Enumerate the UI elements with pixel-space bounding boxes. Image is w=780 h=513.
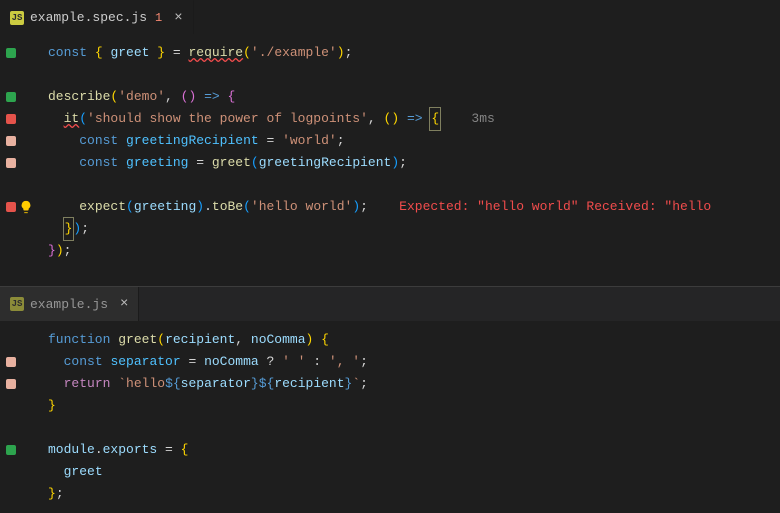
code-line[interactable]: const { greet } = require('./example'); (0, 42, 780, 64)
code-line-blank[interactable] (0, 64, 780, 86)
code-line[interactable]: function greet(recipient, noComma) { (0, 329, 780, 351)
code-line[interactable]: } (0, 395, 780, 417)
editor-bottom[interactable]: function greet(recipient, noComma) { con… (0, 321, 780, 513)
code-line[interactable]: expect(greeting).toBe('hello world'); Ex… (0, 196, 780, 218)
code-line[interactable]: const separator = noComma ? ' ' : ', '; (0, 351, 780, 373)
test-status-pass-icon (6, 445, 16, 455)
editor-pane-top: JS example.spec.js 1 × const { greet } =… (0, 0, 780, 286)
code-line[interactable]: }); (0, 218, 780, 240)
editor-top[interactable]: const { greet } = require('./example'); … (0, 34, 780, 270)
test-status-fail-icon (6, 114, 16, 124)
coverage-icon (6, 158, 16, 168)
code-line[interactable]: }); (0, 240, 780, 262)
close-icon[interactable]: × (174, 10, 182, 26)
js-icon: JS (10, 297, 24, 311)
test-status-pass-icon (6, 48, 16, 58)
code-line[interactable]: it('should show the power of logpoints',… (0, 108, 780, 130)
inline-hint-duration: 3ms (471, 108, 494, 130)
coverage-icon (6, 136, 16, 146)
code-line-blank[interactable] (0, 174, 780, 196)
code-line[interactable]: module.exports = { (0, 439, 780, 461)
coverage-icon (6, 379, 16, 389)
code-line[interactable]: const greeting = greet(greetingRecipient… (0, 152, 780, 174)
tab-problems-badge: 1 (155, 11, 162, 25)
code-line[interactable]: describe('demo', () => { (0, 86, 780, 108)
lightbulb-icon[interactable] (19, 200, 33, 214)
code-line[interactable]: return `hello${separator}${recipient}`; (0, 373, 780, 395)
close-icon[interactable]: × (120, 296, 128, 312)
tabbar-bottom: JS example.js × (0, 287, 780, 321)
test-status-fail-icon (6, 202, 16, 212)
tab-example-js[interactable]: JS example.js × (0, 287, 139, 321)
code-line-blank[interactable] (0, 417, 780, 439)
tab-filename: example.spec.js (30, 10, 147, 25)
coverage-icon (6, 357, 16, 367)
js-icon: JS (10, 11, 24, 25)
code-line[interactable]: }; (0, 483, 780, 505)
test-status-pass-icon (6, 92, 16, 102)
tab-filename: example.js (30, 297, 108, 312)
tabbar-top: JS example.spec.js 1 × (0, 0, 780, 34)
editor-pane-bottom: JS example.js × function greet(recipient… (0, 286, 780, 513)
inline-error-message: Expected: "hello world" Received: "hello (399, 196, 711, 218)
code-line[interactable]: greet (0, 461, 780, 483)
code-line[interactable]: const greetingRecipient = 'world'; (0, 130, 780, 152)
tab-example-spec[interactable]: JS example.spec.js 1 × (0, 0, 194, 34)
